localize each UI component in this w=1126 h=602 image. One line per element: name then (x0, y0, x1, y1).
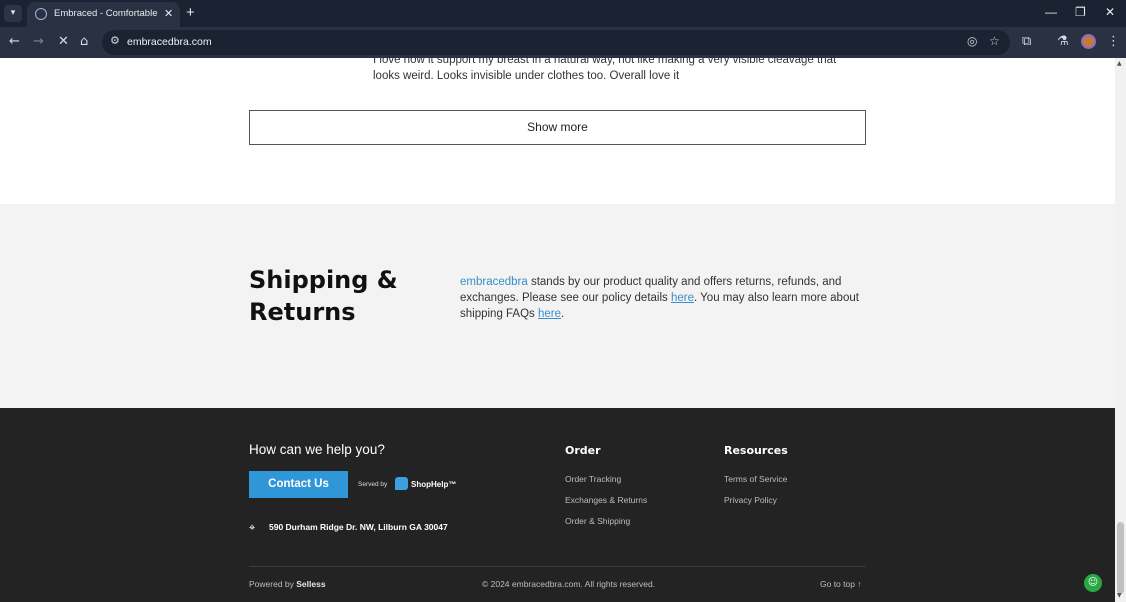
order-tracking-link[interactable]: Order Tracking (565, 474, 621, 484)
site-footer: How can we help you? Contact Us Served b… (0, 408, 1115, 602)
show-more-button[interactable]: Show more (249, 110, 866, 145)
address-bar[interactable]: ⚙ embracedbra.com ◎ ☆ (102, 30, 1010, 55)
footer-divider (249, 566, 866, 567)
shipping-section: Shipping & Returns embracedbra stands by… (0, 204, 1115, 408)
extensions-icon[interactable]: ⧉ (1022, 33, 1031, 51)
exchanges-returns-link[interactable]: Exchanges & Returns (565, 495, 647, 505)
served-by-label: Served by (358, 481, 388, 488)
location-pin-icon: ⌖ (249, 521, 256, 534)
powered-prefix: Powered by (249, 579, 297, 589)
shipping-text: embracedbra stands by our product qualit… (460, 274, 860, 322)
close-window-icon[interactable]: ✕ (1105, 5, 1115, 19)
tab-title: Embraced - Comfortable & Sup (54, 8, 158, 19)
policy-link[interactable]: here (671, 292, 694, 304)
forward-icon[interactable]: → (33, 33, 44, 51)
privacy-policy-link[interactable]: Privacy Policy (724, 495, 777, 505)
site-favicon-icon (35, 8, 47, 20)
shophelp-logo-icon (395, 477, 408, 490)
minimize-icon[interactable]: — (1045, 5, 1057, 19)
browser-tab[interactable]: Embraced - Comfortable & Sup ✕ (27, 2, 180, 27)
close-tab-icon[interactable]: ✕ (164, 7, 173, 20)
shophelp-logo[interactable]: ShopHelp™ (411, 480, 456, 489)
eye-off-icon[interactable]: ◎ (967, 34, 977, 48)
copyright: © 2024 embracedbra.com. All rights reser… (482, 579, 656, 589)
contact-us-button[interactable]: Contact Us (249, 471, 348, 498)
bookmark-star-icon[interactable]: ☆ (989, 34, 1000, 48)
page-scrollbar[interactable]: ▲ ▼ (1115, 58, 1126, 602)
go-to-top-link[interactable]: Go to top ↑ (820, 579, 862, 589)
order-shipping-link[interactable]: Order & Shipping (565, 516, 630, 526)
scroll-up-icon[interactable]: ▲ (1117, 60, 1122, 67)
stop-loading-icon[interactable]: ✕ (58, 33, 69, 51)
shipping-text-part: . (561, 308, 565, 320)
address: 590 Durham Ridge Dr. NW, Lilburn GA 3004… (269, 522, 448, 532)
scroll-down-icon[interactable]: ▼ (1117, 592, 1122, 599)
support-chat-icon[interactable]: ☺ (1084, 574, 1102, 592)
powered-by: Powered by Selless (249, 579, 326, 589)
new-tab-icon[interactable]: + (186, 4, 195, 21)
resources-column-title: Resources (724, 444, 788, 457)
page-viewport: I love how it support my breast in a nat… (0, 58, 1115, 602)
home-icon[interactable]: ⌂ (80, 33, 88, 51)
browser-toolbar: ← → ✕ ⌂ ⚙ embracedbra.com ◎ ☆ ⧉ ⚗ ⋮ (0, 27, 1126, 58)
scrollbar-thumb[interactable] (1117, 522, 1124, 594)
tab-strip: ▾ Embraced - Comfortable & Sup ✕ + — ❐ ✕ (0, 0, 1126, 27)
shipping-title: Shipping & Returns (249, 266, 398, 326)
review-text: I love how it support my breast in a nat… (373, 58, 837, 82)
labs-icon[interactable]: ⚗ (1057, 33, 1069, 51)
help-title: How can we help you? (249, 442, 385, 457)
faq-link[interactable]: here (538, 308, 561, 320)
chevron-down-icon[interactable]: ▾ (4, 5, 22, 22)
url-text[interactable]: embracedbra.com (127, 36, 212, 48)
avatar[interactable] (1081, 34, 1096, 49)
order-column-title: Order (565, 444, 601, 457)
selless-link[interactable]: Selless (296, 579, 325, 589)
menu-icon[interactable]: ⋮ (1107, 33, 1120, 51)
back-icon[interactable]: ← (9, 33, 20, 51)
site-info-icon[interactable]: ⚙ (110, 34, 120, 47)
brand-link[interactable]: embracedbra (460, 276, 528, 288)
terms-of-service-link[interactable]: Terms of Service (724, 474, 787, 484)
restore-icon[interactable]: ❐ (1075, 5, 1086, 19)
